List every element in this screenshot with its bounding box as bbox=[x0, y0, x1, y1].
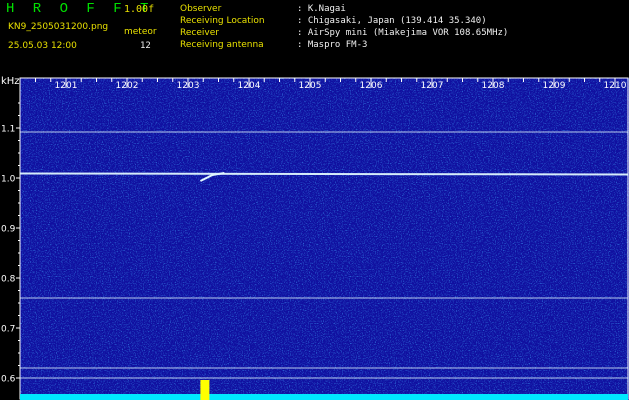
header-panel: H R O F F T 1.00f KN9_2505031200.png met… bbox=[0, 0, 629, 74]
detection-bar bbox=[20, 394, 628, 400]
field-label-observer: Observer bbox=[180, 4, 222, 14]
x-tick-label: 1210 bbox=[604, 81, 627, 91]
field-value-receiver: : AirSpy mini (Miakejima VOR 108.65MHz) bbox=[297, 28, 509, 38]
x-tick-label: 1209 bbox=[543, 81, 566, 91]
meteor-label: meteor bbox=[124, 27, 157, 37]
spectrogram: 1.1 1.0 0.9 0.8 0.7 0.6 1201 1202 1203 1204 1205 1… bbox=[1, 76, 629, 400]
x-tick-label: 1204 bbox=[238, 81, 261, 91]
field-value-antenna: : Maspro FM-3 bbox=[297, 40, 368, 50]
x-tick-label: 1203 bbox=[177, 81, 200, 91]
meteor-echo-spike bbox=[200, 380, 210, 400]
x-tick-label: 1208 bbox=[482, 81, 505, 91]
x-tick-label: 1201 bbox=[55, 81, 78, 91]
field-value-location: : Chigasaki, Japan (139.414 35.340) bbox=[297, 16, 487, 26]
y-axis-label: kHz bbox=[1, 76, 20, 87]
field-label-antenna: Receiving antenna bbox=[180, 40, 264, 50]
spectrogram-noise bbox=[20, 78, 629, 400]
image-filename: KN9_2505031200.png bbox=[8, 22, 109, 32]
x-tick-label: 1202 bbox=[116, 81, 139, 91]
field-value-observer: : K.Nagai bbox=[297, 4, 346, 14]
field-label-receiver: Receiver bbox=[180, 28, 219, 38]
y-tick-label: 0.8 bbox=[1, 275, 16, 285]
carrier-line bbox=[19, 172, 629, 176]
x-tick-label: 1206 bbox=[360, 81, 383, 91]
y-tick-label: 0.6 bbox=[1, 375, 16, 385]
x-tick-label: 1207 bbox=[421, 81, 444, 91]
y-tick-label: 0.7 bbox=[1, 325, 15, 335]
field-label-location: Receiving Location bbox=[180, 16, 265, 26]
y-tick-label: 1.0 bbox=[1, 175, 16, 185]
y-tick-label: 0.9 bbox=[1, 225, 16, 235]
observation-datetime: 25.05.03 12:00 bbox=[8, 41, 77, 51]
x-tick-label: 1205 bbox=[299, 81, 322, 91]
meteor-count: 12 bbox=[140, 41, 151, 51]
frequency-axis: 1.1 1.0 0.9 0.8 0.7 0.6 bbox=[1, 102, 20, 385]
y-tick-label: 1.1 bbox=[1, 125, 15, 135]
app-version: 1.00f bbox=[124, 4, 155, 15]
